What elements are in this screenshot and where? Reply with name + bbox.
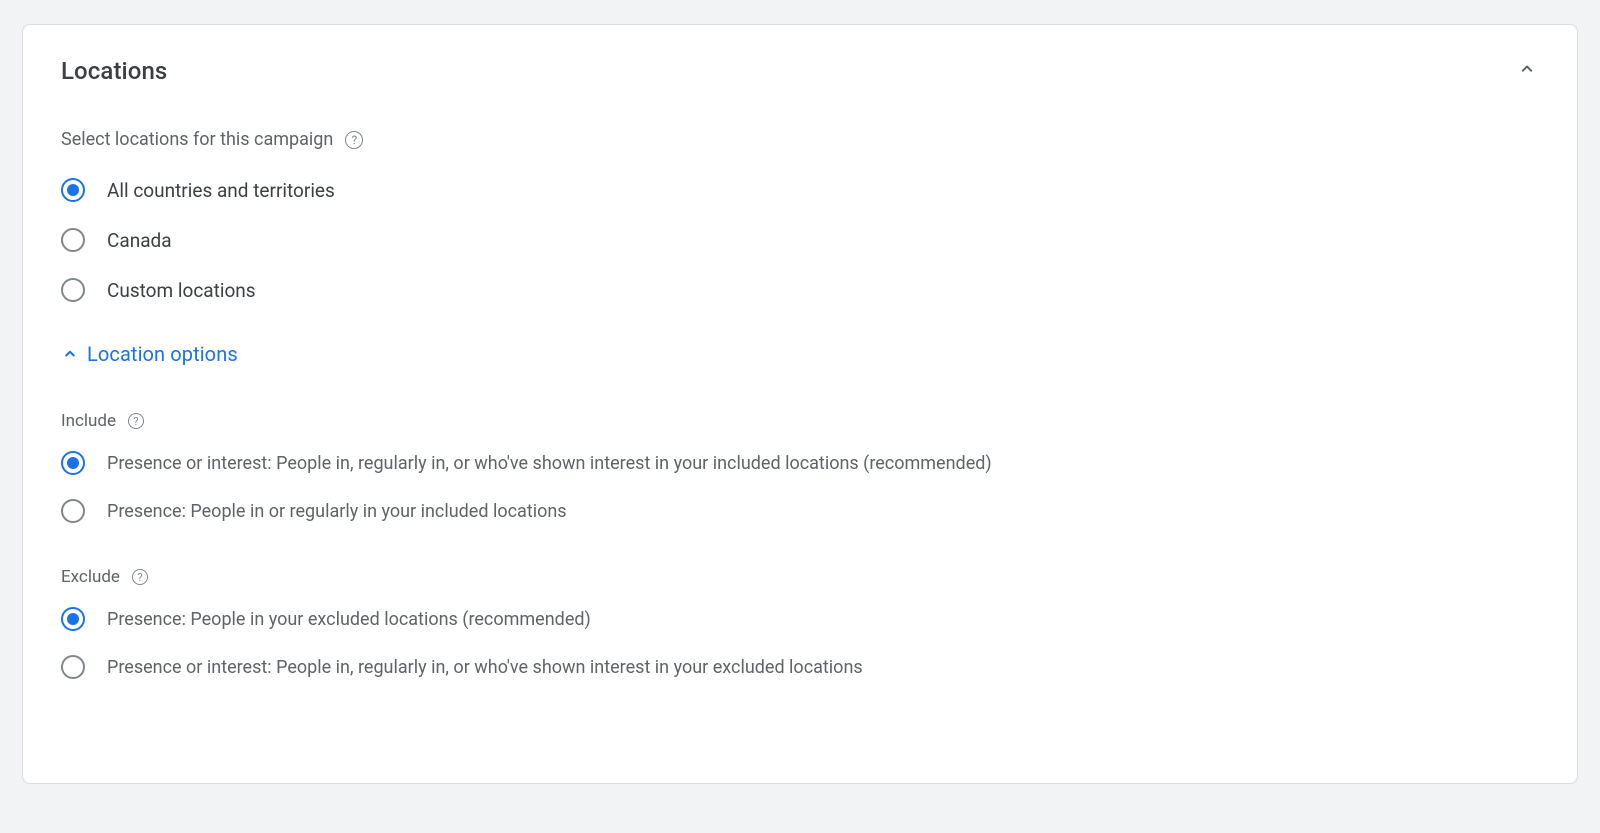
location-options-label: Location options — [87, 342, 238, 366]
radio-icon — [61, 278, 85, 302]
radio-label: Presence or interest: People in, regular… — [107, 453, 992, 474]
chevron-up-icon — [1517, 59, 1537, 79]
radio-icon — [61, 655, 85, 679]
radio-label: Presence or interest: People in, regular… — [107, 657, 863, 678]
location-option-all[interactable]: All countries and territories — [61, 178, 1539, 202]
include-radio-group: Presence or interest: People in, regular… — [61, 451, 1539, 523]
exclude-radio-group: Presence: People in your excluded locati… — [61, 607, 1539, 679]
location-option-custom[interactable]: Custom locations — [61, 278, 1539, 302]
location-option-canada[interactable]: Canada — [61, 228, 1539, 252]
radio-icon — [61, 499, 85, 523]
radio-icon — [61, 607, 85, 631]
include-option-presence-or-interest[interactable]: Presence or interest: People in, regular… — [61, 451, 1539, 475]
location-radio-group: All countries and territories Canada Cus… — [61, 178, 1539, 302]
panel-title: Locations — [61, 57, 167, 85]
help-icon[interactable]: ? — [132, 569, 148, 585]
exclude-label: Exclude — [61, 567, 120, 587]
include-option-presence[interactable]: Presence: People in or regularly in your… — [61, 499, 1539, 523]
radio-icon — [61, 178, 85, 202]
help-icon[interactable]: ? — [128, 413, 144, 429]
radio-icon — [61, 228, 85, 252]
locations-panel: Locations Select locations for this camp… — [22, 24, 1578, 784]
radio-icon — [61, 451, 85, 475]
include-label: Include — [61, 411, 116, 431]
help-icon[interactable]: ? — [345, 131, 363, 149]
chevron-up-icon — [61, 345, 79, 363]
exclude-option-presence[interactable]: Presence: People in your excluded locati… — [61, 607, 1539, 631]
panel-subtitle-row: Select locations for this campaign ? — [61, 129, 1539, 150]
exclude-option-presence-or-interest[interactable]: Presence or interest: People in, regular… — [61, 655, 1539, 679]
panel-subtitle: Select locations for this campaign — [61, 129, 333, 150]
collapse-button[interactable] — [1515, 57, 1539, 81]
panel-header: Locations — [61, 57, 1539, 85]
radio-label: Canada — [107, 229, 172, 252]
location-options-toggle[interactable]: Location options — [61, 342, 238, 366]
radio-label: Custom locations — [107, 279, 256, 302]
include-section-label: Include ? — [61, 411, 1539, 431]
radio-label: All countries and territories — [107, 179, 335, 202]
radio-label: Presence: People in your excluded locati… — [107, 609, 591, 630]
radio-label: Presence: People in or regularly in your… — [107, 501, 567, 522]
exclude-section-label: Exclude ? — [61, 567, 1539, 587]
